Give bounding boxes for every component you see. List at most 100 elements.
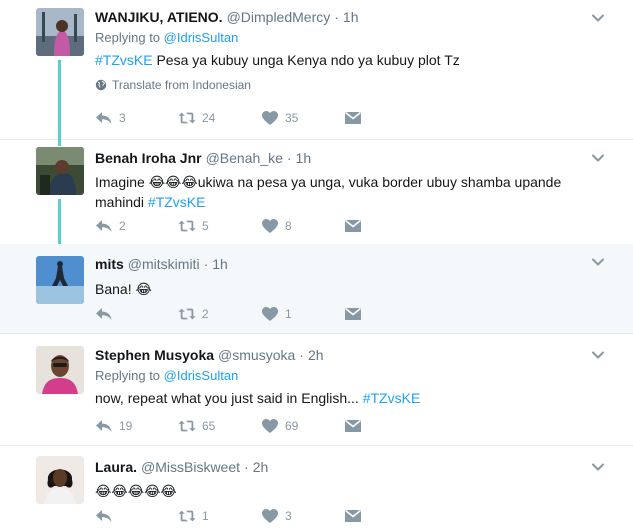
direct-message-button[interactable] xyxy=(344,306,374,322)
chevron-down-icon[interactable] xyxy=(591,255,605,269)
avatar[interactable] xyxy=(36,346,84,394)
heart-icon xyxy=(261,306,279,322)
reply-count: 3 xyxy=(119,111,126,125)
avatar[interactable] xyxy=(36,456,84,504)
timestamp[interactable]: 1h xyxy=(212,256,228,272)
retweet-count: 2 xyxy=(202,307,209,321)
replying-to-link[interactable]: @IdrisSultan xyxy=(164,30,239,45)
retweet-button[interactable]: 2 xyxy=(178,306,261,322)
avatar[interactable] xyxy=(36,147,84,195)
reply-count: 19 xyxy=(119,419,133,433)
tweet[interactable]: Benah Iroha Jnr @Benah_ke · 1h Imagine 😂😂😂u… xyxy=(0,140,633,244)
heart-icon xyxy=(261,110,279,126)
separator: · xyxy=(334,9,339,25)
tweet-actions: 19 65 69 xyxy=(95,416,374,436)
hashtag-link[interactable]: #TZvsKE xyxy=(95,52,153,68)
avatar[interactable] xyxy=(36,256,84,304)
thread-connector xyxy=(58,199,61,244)
reply-button[interactable] xyxy=(95,306,178,322)
reply-button[interactable] xyxy=(95,508,178,524)
tweet[interactable]: Stephen Musyoka @smusyoka · 2h Replying to … xyxy=(0,334,633,446)
timestamp[interactable]: 2h xyxy=(253,459,269,475)
like-count: 8 xyxy=(285,219,292,233)
retweet-icon xyxy=(178,218,196,234)
reply-count: 2 xyxy=(119,219,126,233)
reply-button[interactable]: 3 xyxy=(95,110,178,126)
like-count: 3 xyxy=(285,509,292,523)
tweet[interactable]: Laura. @MissBiskweet · 2h 😂😂😂😂😂 1 3 xyxy=(0,446,633,532)
tweet-text-body: Pesa ya kubuy unga Kenya ndo ya kubuy pl… xyxy=(152,52,460,68)
username[interactable]: @Benah_ke xyxy=(206,150,283,166)
display-name[interactable]: mits xyxy=(95,256,124,272)
direct-message-icon xyxy=(344,110,362,126)
tweet-header: Laura. @MissBiskweet · 2h xyxy=(95,457,613,477)
tweet-text: now, repeat what you just said in Englis… xyxy=(95,388,613,408)
separator: · xyxy=(299,347,304,363)
chevron-down-icon[interactable] xyxy=(591,348,605,362)
tweet-header: Stephen Musyoka @smusyoka · 2h xyxy=(95,345,613,365)
like-button[interactable]: 1 xyxy=(261,306,344,322)
reply-icon xyxy=(95,418,113,434)
heart-icon xyxy=(261,508,279,524)
timestamp[interactable]: 2h xyxy=(308,347,324,363)
username[interactable]: @DimpledMercy xyxy=(227,9,331,25)
tweet[interactable]: mits @mitskimiti · 1h Bana! 😂 2 1 xyxy=(0,244,633,334)
retweet-button[interactable]: 5 xyxy=(178,218,261,234)
reply-icon xyxy=(95,306,113,322)
separator: · xyxy=(244,459,249,475)
reply-icon xyxy=(95,110,113,126)
timestamp[interactable]: 1h xyxy=(343,9,359,25)
tweet-header: Benah Iroha Jnr @Benah_ke · 1h xyxy=(95,148,613,168)
hashtag-link[interactable]: #TZvsKE xyxy=(148,194,206,210)
reply-icon xyxy=(95,218,113,234)
retweet-icon xyxy=(178,110,196,126)
heart-icon xyxy=(261,418,279,434)
retweet-count: 24 xyxy=(202,111,216,125)
separator: · xyxy=(203,256,209,272)
tweet-text: 😂😂😂😂😂 xyxy=(95,481,613,501)
globe-icon xyxy=(95,79,107,91)
like-button[interactable]: 8 xyxy=(261,218,344,234)
like-button[interactable]: 69 xyxy=(261,418,344,434)
direct-message-button[interactable] xyxy=(344,110,374,126)
display-name[interactable]: WANJIKU, ATIENO. xyxy=(95,9,223,25)
retweet-button[interactable]: 65 xyxy=(178,418,261,434)
display-name[interactable]: Laura. xyxy=(95,459,137,475)
reply-button[interactable]: 19 xyxy=(95,418,178,434)
retweet-icon xyxy=(178,418,196,434)
thread-connector xyxy=(58,140,61,146)
direct-message-button[interactable] xyxy=(344,508,374,524)
display-name[interactable]: Benah Iroha Jnr xyxy=(95,150,202,166)
username[interactable]: @smusyoka xyxy=(218,347,295,363)
separator: · xyxy=(286,150,292,166)
heart-icon xyxy=(261,218,279,234)
tweet-text-body: 😂😂😂😂😂 xyxy=(95,483,177,499)
tweet-text-body: Bana! 😂 xyxy=(95,281,152,297)
like-button[interactable]: 3 xyxy=(261,508,344,524)
avatar[interactable] xyxy=(36,8,84,56)
timestamp[interactable]: 1h xyxy=(296,150,312,166)
replying-to-link[interactable]: @IdrisSultan xyxy=(164,368,239,383)
direct-message-icon xyxy=(344,508,362,524)
reply-button[interactable]: 2 xyxy=(95,218,178,234)
direct-message-button[interactable] xyxy=(344,218,374,234)
retweet-button[interactable]: 24 xyxy=(178,110,261,126)
chevron-down-icon[interactable] xyxy=(591,151,605,165)
username[interactable]: @mitskimiti xyxy=(128,256,200,272)
hashtag-link[interactable]: #TZvsKE xyxy=(363,390,421,406)
translate-link[interactable]: Translate from Indonesian xyxy=(95,76,613,94)
chevron-down-icon[interactable] xyxy=(591,11,605,25)
direct-message-button[interactable] xyxy=(344,418,374,434)
username[interactable]: @MissBiskweet xyxy=(141,459,240,475)
tweet-actions: 1 3 xyxy=(95,506,374,526)
like-count: 1 xyxy=(285,307,292,321)
like-button[interactable]: 35 xyxy=(261,110,344,126)
tweet[interactable]: WANJIKU, ATIENO. @DimpledMercy · 1h Replyin… xyxy=(0,0,633,140)
chevron-down-icon[interactable] xyxy=(591,460,605,474)
retweet-button[interactable]: 1 xyxy=(178,508,261,524)
reply-icon xyxy=(95,508,113,524)
tweet-actions: 3 24 35 xyxy=(95,108,374,128)
like-count: 69 xyxy=(285,419,299,433)
replying-to: Replying to @IdrisSultan xyxy=(95,367,613,385)
display-name[interactable]: Stephen Musyoka xyxy=(95,347,214,363)
